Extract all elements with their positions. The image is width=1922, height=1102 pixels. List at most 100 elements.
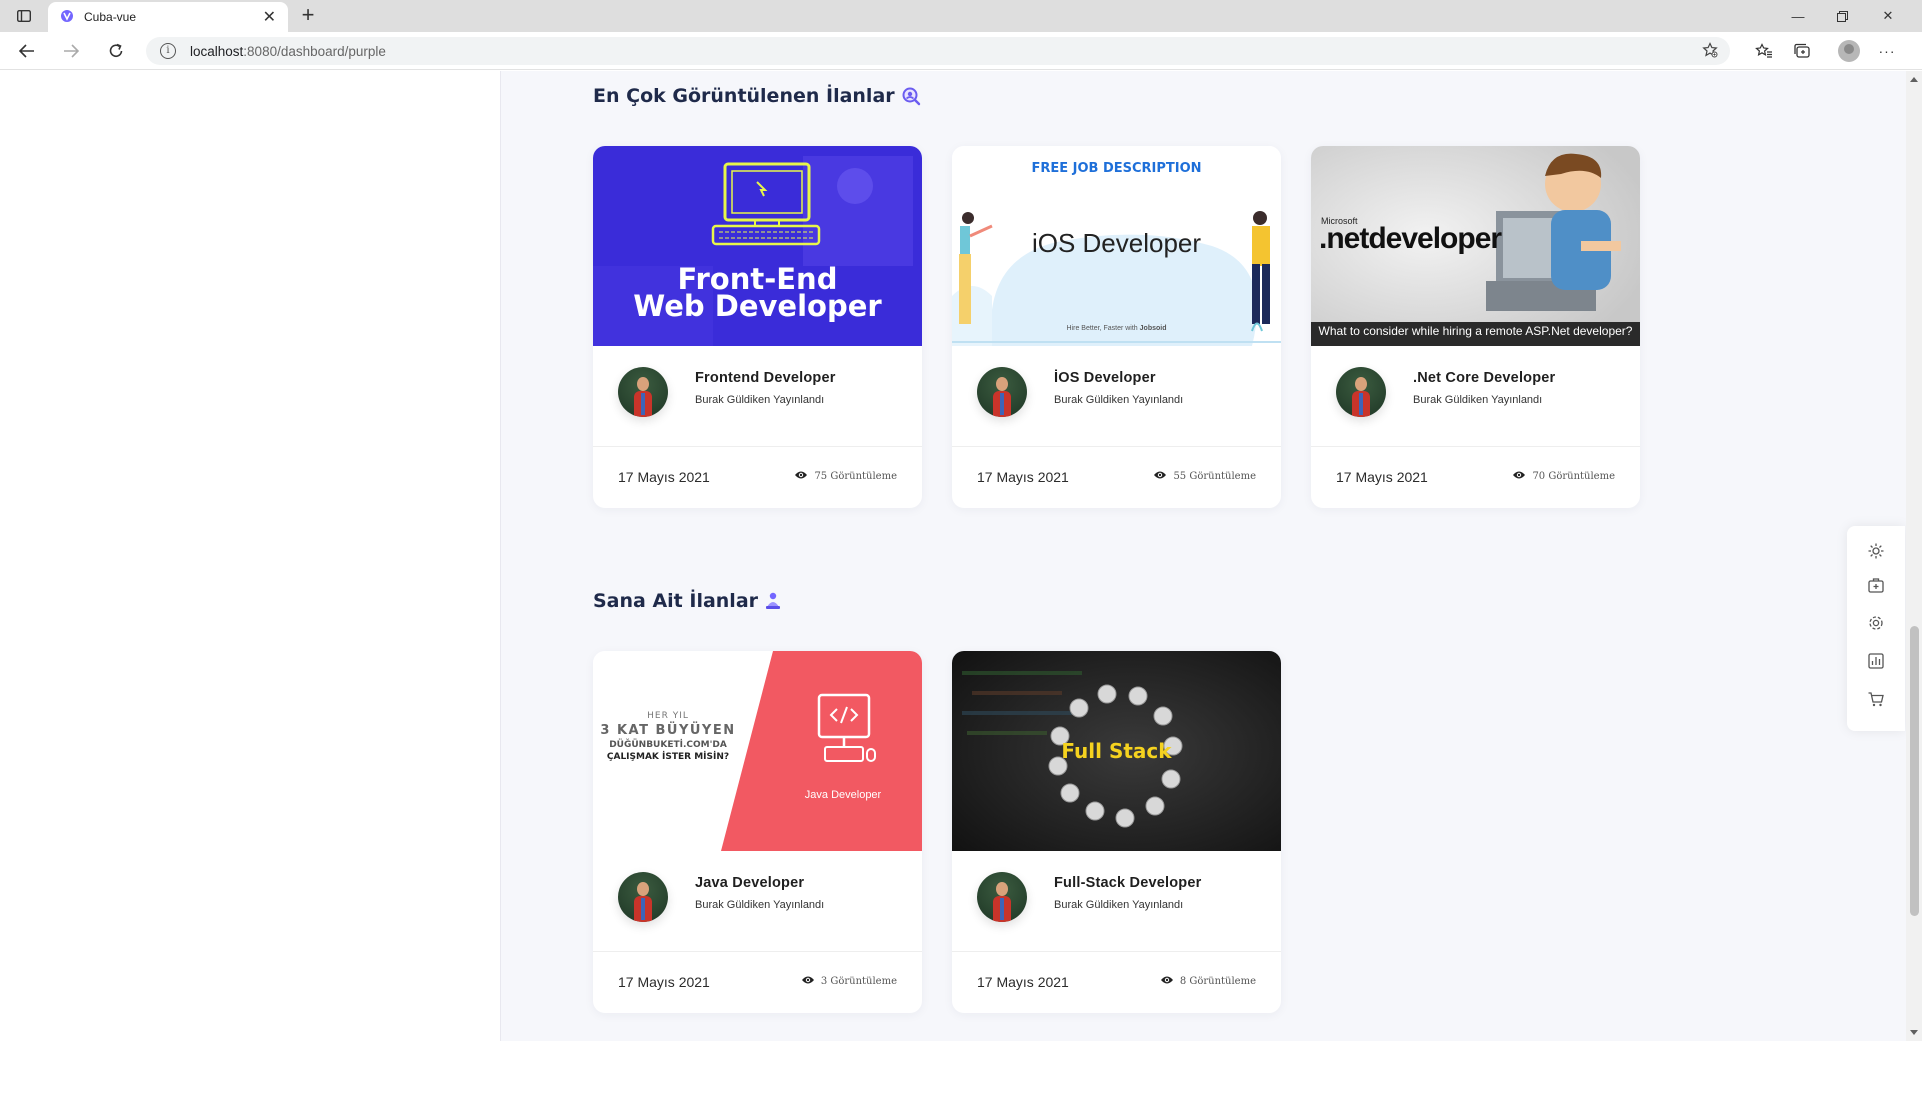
eye-icon — [801, 975, 815, 988]
favorites-icon[interactable] — [1752, 40, 1776, 62]
job-date: 17 Mayıs 2021 — [1336, 469, 1428, 485]
image-caption-title: iOS Developer — [1031, 228, 1202, 258]
forward-icon[interactable] — [58, 39, 84, 63]
image-caption-footer: Hire Better, Faster with Jobsoid — [952, 325, 1281, 332]
profile-avatar[interactable] — [1838, 40, 1860, 62]
job-title[interactable]: İOS Developer — [1054, 370, 1156, 386]
image-caption-tagline: Hire Better, Faster with — [1066, 325, 1138, 332]
job-card-java[interactable]: HER YIL 3 KAT BÜYÜYEN DÜĞÜNBUKETİ.COM'DA… — [593, 651, 922, 1013]
address-bar: i localhost:8080/dashboard/purple ··· — [0, 32, 1922, 70]
search-emoji-icon — [901, 86, 921, 106]
view-count-text: 8 Görüntüleme — [1179, 976, 1256, 987]
scroll-down-arrow[interactable] — [1910, 1030, 1918, 1035]
image-caption-label: Java Developer — [804, 789, 882, 801]
job-card-frontend[interactable]: Front-End Web Developer Frontend Develop… — [593, 146, 922, 508]
page-viewport: En Çok Görüntülenen İlanlar Front-End We… — [0, 71, 1906, 1041]
image-caption-title: Full Stack — [1061, 739, 1172, 763]
view-count-text: 70 Görüntüleme — [1532, 471, 1615, 482]
card-image-fullstack: Full Stack — [952, 651, 1281, 851]
image-caption-line: DÜĞÜNBUKETİ.COM'DA — [609, 740, 727, 750]
floating-toolbar — [1847, 526, 1905, 731]
view-count: 55 Görüntüleme — [1153, 470, 1256, 483]
author-avatar[interactable] — [1336, 367, 1386, 417]
image-caption-heading: FREE JOB DESCRIPTION — [1031, 161, 1202, 176]
person-emoji-icon — [764, 591, 782, 611]
view-count-text: 3 Görüntüleme — [820, 976, 897, 987]
job-author: Burak Güldiken Yayınlandı — [1413, 394, 1543, 406]
card-divider — [952, 446, 1281, 447]
image-caption-title: .netdeveloper — [1319, 222, 1502, 255]
section-title-text: En Çok Görüntülenen İlanlar — [593, 85, 895, 107]
add-favorite-icon[interactable] — [1702, 42, 1718, 62]
tab-actions-icon[interactable] — [12, 6, 36, 26]
cart-icon[interactable] — [1865, 688, 1887, 710]
section-title-most-viewed: En Çok Görüntülenen İlanlar — [593, 85, 921, 107]
url-path: :8080/dashboard/purple — [243, 43, 386, 59]
eye-icon — [1160, 975, 1174, 988]
section-title-text: Sana Ait İlanlar — [593, 590, 759, 612]
reload-icon[interactable] — [103, 39, 129, 63]
browser-tab[interactable]: Cuba-vue ✕ — [48, 2, 288, 32]
job-date: 17 Mayıs 2021 — [618, 974, 710, 990]
eye-icon — [794, 470, 808, 483]
url-input[interactable]: i localhost:8080/dashboard/purple — [146, 37, 1730, 65]
card-image-frontend: Front-End Web Developer — [593, 146, 922, 346]
back-icon[interactable] — [14, 39, 40, 63]
close-tab-icon[interactable]: ✕ — [263, 7, 276, 27]
vertical-scrollbar[interactable] — [1906, 71, 1922, 1041]
job-title[interactable]: .Net Core Developer — [1413, 370, 1555, 386]
tab-title: Cuba-vue — [84, 10, 137, 24]
card-image-dotnet: Microsoft .netdeveloper What to consider… — [1311, 146, 1640, 346]
view-count-text: 75 Görüntüleme — [814, 471, 897, 482]
job-date: 17 Mayıs 2021 — [618, 469, 710, 485]
job-date: 17 Mayıs 2021 — [977, 469, 1069, 485]
image-caption-line: 3 KAT BÜYÜYEN — [600, 723, 736, 738]
new-tab-icon[interactable]: + — [296, 4, 320, 28]
image-caption-line: Web Developer — [633, 289, 882, 323]
card-image-caption: Front-End Web Developer — [593, 265, 922, 323]
page-bottom-area — [0, 1041, 1922, 1102]
vue-logo-icon — [60, 9, 74, 26]
card-divider — [593, 446, 922, 447]
image-caption-line: HER YIL — [647, 711, 689, 721]
view-count: 8 Görüntüleme — [1160, 975, 1256, 988]
scroll-up-arrow[interactable] — [1910, 77, 1918, 82]
author-avatar[interactable] — [977, 872, 1027, 922]
eye-icon — [1512, 470, 1526, 483]
tab-bar: Cuba-vue ✕ + — ✕ — [0, 0, 1922, 32]
author-avatar[interactable] — [618, 367, 668, 417]
card-image-java: HER YIL 3 KAT BÜYÜYEN DÜĞÜNBUKETİ.COM'DA… — [593, 651, 922, 851]
gear-icon[interactable] — [1865, 612, 1887, 634]
job-author: Burak Güldiken Yayınlandı — [695, 394, 825, 406]
job-title[interactable]: Frontend Developer — [695, 370, 836, 386]
job-title[interactable]: Full-Stack Developer — [1054, 875, 1201, 891]
job-title[interactable]: Java Developer — [695, 875, 804, 891]
job-card-ios[interactable]: FREE JOB DESCRIPTION iOS Developer Hire … — [952, 146, 1281, 508]
job-author: Burak Güldiken Yayınlandı — [1054, 394, 1184, 406]
card-image-ios: FREE JOB DESCRIPTION iOS Developer Hire … — [952, 146, 1281, 346]
site-info-icon[interactable]: i — [160, 43, 176, 59]
view-count: 75 Görüntüleme — [794, 470, 897, 483]
minimize-icon[interactable]: — — [1776, 0, 1820, 32]
more-menu-icon[interactable]: ··· — [1875, 40, 1899, 62]
settings-icon[interactable] — [1865, 540, 1887, 562]
sidebar-panel — [0, 71, 501, 1041]
restore-icon[interactable] — [1820, 0, 1864, 32]
job-date: 17 Mayıs 2021 — [977, 974, 1069, 990]
close-window-icon[interactable]: ✕ — [1866, 0, 1910, 32]
collections-icon[interactable] — [1790, 40, 1814, 62]
scrollbar-thumb[interactable] — [1910, 626, 1919, 916]
author-avatar[interactable] — [618, 872, 668, 922]
eye-icon — [1153, 470, 1167, 483]
view-count: 70 Görüntüleme — [1512, 470, 1615, 483]
image-caption-brand: Jobsoid — [1139, 325, 1167, 332]
image-caption-block: HER YIL 3 KAT BÜYÜYEN DÜĞÜNBUKETİ.COM'DA… — [593, 711, 743, 762]
author-avatar[interactable] — [977, 367, 1027, 417]
chart-icon[interactable] — [1865, 650, 1887, 672]
job-card-dotnet[interactable]: Microsoft .netdeveloper What to consider… — [1311, 146, 1640, 508]
briefcase-add-icon[interactable] — [1865, 574, 1887, 596]
image-caption-line: ÇALIŞMAK İSTER MİSİN? — [606, 752, 730, 762]
job-card-fullstack[interactable]: Full Stack Full-Stack Developer Burak Gü… — [952, 651, 1281, 1013]
image-caption-banner: What to consider while hiring a remote A… — [1318, 324, 1633, 338]
url-host: localhost — [190, 43, 244, 59]
